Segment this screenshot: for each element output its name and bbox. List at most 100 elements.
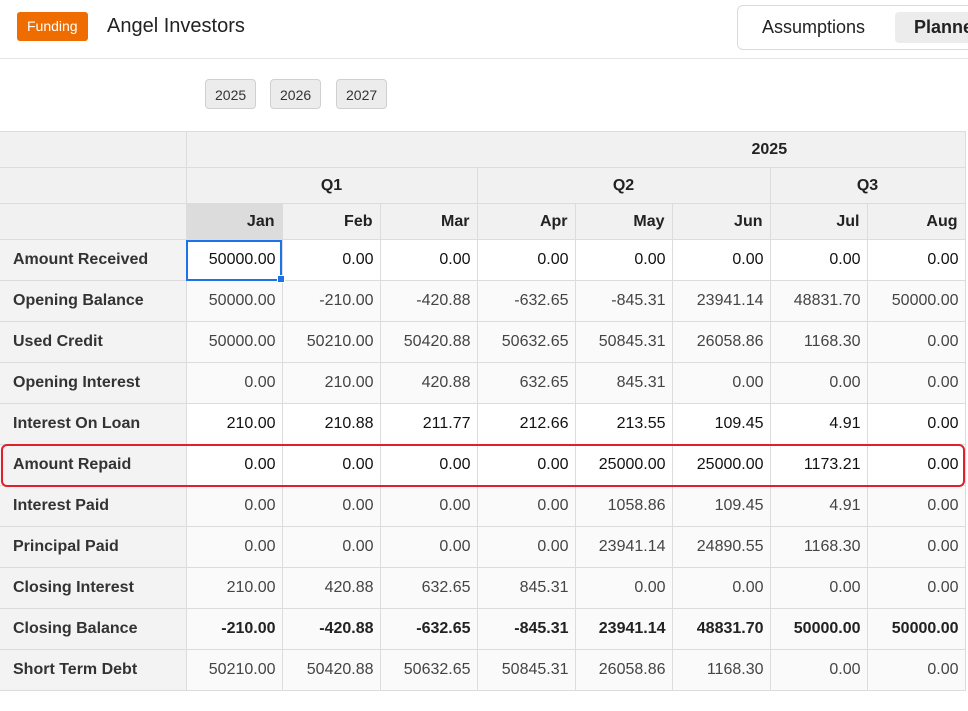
grid-cell: 109.45 bbox=[671, 485, 771, 527]
grid-cell[interactable]: 0.00 bbox=[866, 239, 966, 281]
grid-cell[interactable]: 4.91 bbox=[769, 403, 868, 445]
grid-cell[interactable]: 0.00 bbox=[476, 444, 576, 486]
table-row: Short Term Debt 50210.00 50420.88 50632.65 5… bbox=[0, 649, 966, 691]
grid-cell: 0.00 bbox=[185, 485, 283, 527]
grid-cell: 50000.00 bbox=[185, 321, 283, 363]
grid-cell[interactable]: 109.45 bbox=[671, 403, 771, 445]
grid-cell[interactable]: 0.00 bbox=[281, 444, 381, 486]
grid-cell: 50845.31 bbox=[476, 649, 576, 691]
grid-cell: 0.00 bbox=[281, 485, 381, 527]
grid-cell: 0.00 bbox=[866, 567, 966, 609]
grid-cell[interactable]: 0.00 bbox=[574, 239, 673, 281]
year-button-2025[interactable]: 2025 bbox=[205, 79, 257, 109]
grid-cell[interactable]: 212.66 bbox=[476, 403, 576, 445]
grid-cell: -632.65 bbox=[476, 280, 576, 322]
row-label: Used Credit bbox=[0, 321, 187, 363]
grid-cell: 50420.88 bbox=[281, 649, 381, 691]
year-header: 2025 bbox=[185, 131, 966, 168]
table-row: Interest Paid 0.00 0.00 0.00 0.00 1058.86 109.… bbox=[0, 485, 966, 527]
table-row: Opening Interest 0.00 210.00 420.88 632.65 84… bbox=[0, 362, 966, 404]
grid-cell: 48831.70 bbox=[769, 280, 868, 322]
grid-cell: 0.00 bbox=[281, 526, 381, 568]
fill-handle[interactable] bbox=[276, 275, 285, 283]
grid-cell: 632.65 bbox=[476, 362, 576, 404]
grid-cell[interactable]: 0.00 bbox=[769, 239, 868, 281]
grid-cell[interactable]: 0.00 bbox=[476, 239, 576, 281]
grid-cell: 50210.00 bbox=[185, 649, 283, 691]
grid-cell: -632.65 bbox=[379, 608, 478, 650]
grid-cell: -420.88 bbox=[281, 608, 381, 650]
table-row: Opening Balance 50000.00 -210.00 -420.88 -63… bbox=[0, 280, 966, 322]
planner-grid: 2025 Q1 Q2 Q3 Jan Feb Mar Apr May Jun Jul Aug A… bbox=[0, 131, 968, 691]
grid-cell: 0.00 bbox=[476, 526, 576, 568]
grid-cell: 0.00 bbox=[769, 567, 868, 609]
grid-cell: 50000.00 bbox=[185, 280, 283, 322]
grid-cell[interactable]: 0.00 bbox=[379, 239, 478, 281]
month-header-feb: Feb bbox=[281, 203, 381, 240]
grid-cell: 48831.70 bbox=[671, 608, 771, 650]
top-bar: Funding Angel Investors Assumptions Plan… bbox=[0, 0, 968, 59]
grid-cell[interactable]: 0.00 bbox=[671, 239, 771, 281]
row-label: Opening Balance bbox=[0, 280, 187, 322]
month-header-aug: Aug bbox=[866, 203, 966, 240]
row-label: Interest Paid bbox=[0, 485, 187, 527]
corner-cell bbox=[0, 167, 187, 204]
grid-cell: 50632.65 bbox=[379, 649, 478, 691]
row-label: Opening Interest bbox=[0, 362, 187, 404]
selected-cell[interactable]: 50000.00 bbox=[185, 239, 285, 283]
corner-cell bbox=[0, 131, 187, 168]
grid-cell: 50420.88 bbox=[379, 321, 478, 363]
row-label: Closing Balance bbox=[0, 608, 187, 650]
grid-cell: -210.00 bbox=[185, 608, 283, 650]
month-header-mar: Mar bbox=[379, 203, 478, 240]
table-row: Closing Interest 210.00 420.88 632.65 845.31… bbox=[0, 567, 966, 609]
grid-cell: 1168.30 bbox=[769, 526, 868, 568]
grid-cell[interactable]: 0.00 bbox=[185, 444, 283, 486]
grid-cell: 0.00 bbox=[769, 649, 868, 691]
grid-cell: 1168.30 bbox=[769, 321, 868, 363]
quarter-header-q1: Q1 bbox=[185, 167, 478, 204]
page-title: Angel Investors bbox=[107, 15, 245, 37]
grid-cell: 1168.30 bbox=[671, 649, 771, 691]
row-label: Short Term Debt bbox=[0, 649, 187, 691]
grid-cell[interactable]: 210.88 bbox=[281, 403, 381, 445]
grid-cell: 420.88 bbox=[379, 362, 478, 404]
grid-cell[interactable]: 0.00 bbox=[379, 444, 478, 486]
grid-cell: 1058.86 bbox=[574, 485, 673, 527]
row-label: Closing Interest bbox=[0, 567, 187, 609]
grid-cell: 4.91 bbox=[769, 485, 868, 527]
grid-cell: 632.65 bbox=[379, 567, 478, 609]
month-header-may: May bbox=[574, 203, 673, 240]
grid-cell[interactable]: 210.00 bbox=[185, 403, 283, 445]
grid-cell[interactable]: 213.55 bbox=[574, 403, 673, 445]
grid-cell: 0.00 bbox=[671, 362, 771, 404]
tab-planner[interactable]: Planne bbox=[895, 12, 968, 43]
grid-cell[interactable]: 211.77 bbox=[379, 403, 478, 445]
grid-cell: 50632.65 bbox=[476, 321, 576, 363]
table-row: Amount Repaid 0.00 0.00 0.00 0.00 25000.00 250… bbox=[0, 444, 966, 486]
grid-cell[interactable]: 0.00 bbox=[281, 239, 381, 281]
quarter-header-q2: Q2 bbox=[476, 167, 771, 204]
table-row: Amount Received 50000.00 0.00 0.00 0.00 0.00 0… bbox=[0, 239, 966, 283]
grid-cell[interactable]: 1173.21 bbox=[769, 444, 868, 486]
grid-cell: -845.31 bbox=[476, 608, 576, 650]
grid-cell[interactable]: 25000.00 bbox=[671, 444, 771, 486]
month-header-jun: Jun bbox=[671, 203, 771, 240]
grid-cell: 0.00 bbox=[866, 526, 966, 568]
grid-cell: 0.00 bbox=[769, 362, 868, 404]
month-header-jul: Jul bbox=[769, 203, 868, 240]
grid-cell[interactable]: 0.00 bbox=[866, 403, 966, 445]
grid-cell[interactable]: 25000.00 bbox=[574, 444, 673, 486]
month-header-apr: Apr bbox=[476, 203, 576, 240]
tab-assumptions[interactable]: Assumptions bbox=[762, 12, 865, 43]
year-button-2027[interactable]: 2027 bbox=[336, 79, 388, 109]
year-button-2026[interactable]: 2026 bbox=[270, 79, 322, 109]
quarter-header-q3: Q3 bbox=[769, 167, 966, 204]
grid-cell: 0.00 bbox=[866, 485, 966, 527]
month-header-jan: Jan bbox=[185, 203, 283, 240]
grid-cell: 23941.14 bbox=[574, 608, 673, 650]
grid-cell[interactable]: 0.00 bbox=[866, 444, 966, 486]
grid-cell: 0.00 bbox=[866, 649, 966, 691]
grid-cell: 50210.00 bbox=[281, 321, 381, 363]
grid-cell: 0.00 bbox=[574, 567, 673, 609]
